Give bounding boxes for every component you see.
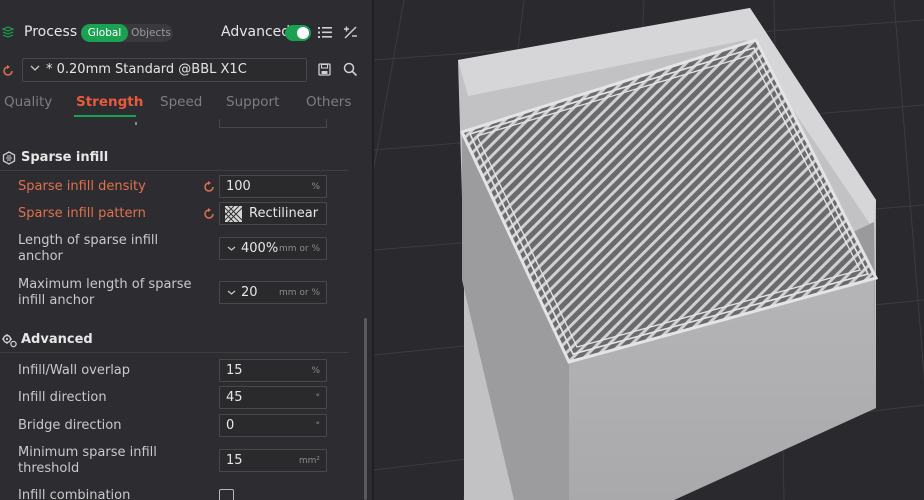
process-title: Process — [24, 24, 78, 40]
anchor-length-combo[interactable]: 400% mm or % — [219, 237, 327, 260]
3d-preview-canvas — [374, 0, 924, 500]
mode-global-button[interactable]: Global — [81, 24, 128, 42]
field-value: 15 — [226, 363, 243, 378]
section-divider — [0, 170, 348, 171]
bridge-direction-input[interactable]: 0 ° — [219, 414, 327, 437]
pattern-select[interactable]: Rectilinear — [219, 202, 327, 225]
anchor-max-combo[interactable]: 20 mm or % — [219, 281, 327, 304]
field-unit: mm or % — [278, 288, 320, 298]
row-infill-direction: Infill direction 45 ° — [0, 386, 360, 410]
compare-icon[interactable] — [343, 25, 358, 40]
reset-icon[interactable] — [203, 208, 215, 220]
setting-label: Length of sparse infill anchor — [18, 233, 159, 264]
field-unit: mm² — [298, 456, 320, 466]
mode-objects-button[interactable]: Objects — [129, 24, 173, 42]
field-value: 20 — [241, 285, 258, 300]
min-threshold-input[interactable]: 15 mm² — [219, 449, 327, 472]
section-sparse-infill: Sparse infill — [0, 147, 360, 171]
tab-others[interactable]: Others — [306, 94, 351, 110]
tab-strength[interactable]: Strength — [76, 94, 143, 110]
setting-label: Infill/Wall overlap — [18, 363, 131, 378]
infill-direction-input[interactable]: 45 ° — [219, 386, 327, 409]
advanced-toggle[interactable] — [285, 25, 311, 41]
field-value: 400% — [241, 241, 279, 256]
scrolled-row-fragment — [135, 122, 137, 125]
save-icon[interactable] — [318, 63, 331, 76]
3d-viewport[interactable] — [374, 0, 924, 500]
infill-combination-checkbox[interactable] — [219, 489, 234, 500]
global-objects-switch[interactable]: Global Objects — [81, 24, 173, 42]
preset-row: * 0.20mm Standard @BBL X1C — [0, 57, 373, 85]
active-tab-indicator — [74, 115, 136, 117]
hexagon-icon — [2, 151, 16, 165]
setting-label: Infill direction — [18, 390, 107, 405]
advanced-label: Advanced — [221, 24, 291, 40]
settings-scrollbar[interactable] — [364, 318, 367, 500]
toggle-knob — [297, 27, 309, 39]
row-anchor-max: Maximum length of sparse infill anchor 2… — [0, 275, 360, 311]
process-header: Process Global Objects Advanced — [0, 17, 373, 51]
setting-label: Infill combination — [18, 488, 131, 500]
process-layers-icon — [2, 26, 14, 38]
preset-value: * 0.20mm Standard @BBL X1C — [46, 62, 247, 77]
row-sparse-infill-density: Sparse infill density 100 % — [0, 175, 360, 199]
row-min-sparse-threshold: Minimum sparse infill threshold 15 mm² — [0, 443, 360, 479]
section-divider — [0, 352, 348, 353]
row-sparse-infill-pattern: Sparse infill pattern Rectilinear — [0, 202, 360, 226]
overlap-input[interactable]: 15 % — [219, 359, 327, 382]
process-panel: Process Global Objects Advanced * 0.20mm… — [0, 0, 373, 500]
row-infill-combination: Infill combination — [0, 487, 360, 500]
tab-support[interactable]: Support — [226, 94, 279, 110]
settings-list[interactable]: Sparse infill Sparse infill density 100 … — [0, 119, 360, 500]
field-unit: % — [311, 366, 320, 376]
tab-speed[interactable]: Speed — [160, 94, 202, 110]
scrolled-field-fragment — [219, 119, 327, 128]
field-unit: mm or % — [278, 244, 320, 254]
field-unit: ° — [315, 393, 321, 403]
advanced-gears-icon — [2, 334, 17, 348]
tab-quality[interactable]: Quality — [4, 94, 52, 110]
row-bridge-direction: Bridge direction 0 ° — [0, 414, 360, 438]
reset-icon[interactable] — [2, 65, 14, 77]
row-infill-wall-overlap: Infill/Wall overlap 15 % — [0, 359, 360, 383]
chevron-down-icon — [227, 290, 236, 295]
reset-icon[interactable] — [203, 181, 215, 193]
chevron-down-icon — [30, 65, 40, 71]
field-unit: ° — [315, 421, 321, 431]
field-value: 45 — [226, 390, 243, 405]
setting-label: Sparse infill pattern — [18, 206, 146, 221]
field-value: 100 — [226, 179, 251, 194]
search-icon[interactable] — [343, 62, 358, 77]
section-advanced: Advanced — [0, 329, 360, 353]
section-title: Advanced — [21, 332, 93, 347]
section-title: Sparse infill — [21, 150, 109, 165]
list-icon[interactable] — [318, 26, 332, 39]
preset-dropdown[interactable]: * 0.20mm Standard @BBL X1C — [22, 58, 307, 82]
setting-label: Sparse infill density — [18, 179, 146, 194]
field-value: 0 — [226, 418, 235, 433]
chevron-down-icon — [227, 246, 236, 251]
density-input[interactable]: 100 % — [219, 175, 327, 198]
field-value: Rectilinear — [249, 206, 319, 221]
row-anchor-length: Length of sparse infill anchor 400% mm o… — [0, 231, 360, 267]
setting-label: Maximum length of sparse infill anchor — [18, 277, 192, 308]
setting-label: Bridge direction — [18, 418, 122, 433]
rectilinear-pattern-icon — [225, 206, 242, 222]
field-value: 15 — [226, 453, 243, 468]
setting-label: Minimum sparse infill threshold — [18, 445, 157, 476]
field-unit: % — [311, 182, 320, 192]
settings-tabs: Quality Strength Speed Support Others — [0, 92, 373, 118]
